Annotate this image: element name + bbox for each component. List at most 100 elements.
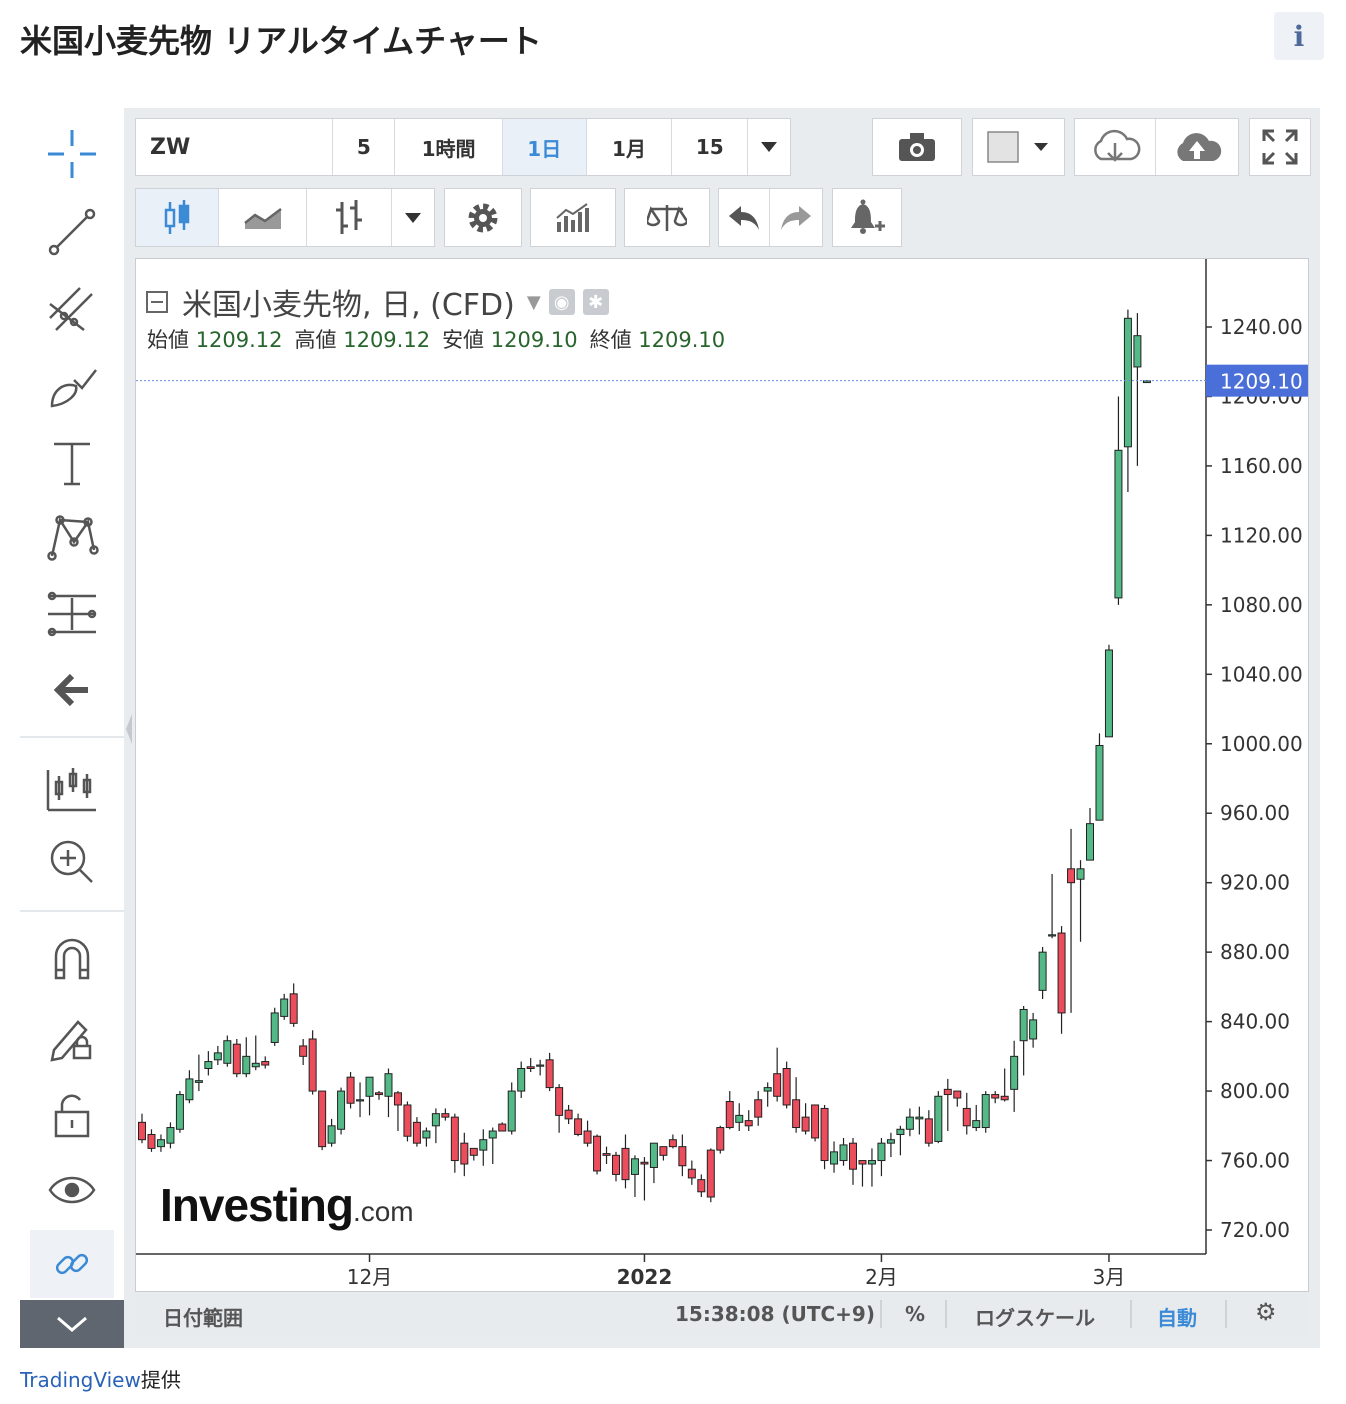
fullscreen-icon[interactable]	[1250, 119, 1310, 175]
tradingview-link[interactable]: TradingView	[20, 1368, 141, 1392]
measure-icon[interactable]	[40, 582, 104, 646]
candle-up	[431, 1113, 440, 1127]
sidebar-handle-icon[interactable]	[124, 712, 134, 746]
collapse-legend-icon[interactable]	[146, 291, 168, 313]
candle-up	[356, 1099, 365, 1102]
candle-up	[185, 1078, 194, 1101]
candle-up	[1076, 868, 1085, 880]
interval-5m[interactable]: 5	[333, 119, 396, 175]
cloud-download-icon[interactable]	[1075, 119, 1157, 175]
candles-icon[interactable]	[136, 189, 220, 246]
pattern-icon[interactable]	[40, 506, 104, 570]
candle-down	[849, 1142, 857, 1170]
brush-icon[interactable]	[40, 356, 104, 420]
chart-plot[interactable]: 1240.001200.001160.001120.001080.001040.…	[136, 259, 1308, 1291]
time-tick-label: 2月	[865, 1265, 898, 1289]
interval-1d[interactable]: 1日	[502, 119, 587, 175]
candle-up	[1048, 934, 1057, 937]
investing-watermark: Investing.com	[160, 1178, 414, 1232]
candle-down	[232, 1043, 241, 1075]
compare-icon[interactable]	[625, 189, 709, 246]
footer-credit: TradingView提供	[20, 1364, 181, 1393]
low-label: 安値	[442, 328, 485, 352]
legend-settings-icon[interactable]: ✱	[582, 289, 609, 315]
indicators-icon[interactable]	[531, 189, 615, 246]
candle-down	[412, 1121, 421, 1144]
log-scale-toggle[interactable]: ログスケール	[975, 1302, 1095, 1331]
candle-up	[981, 1094, 990, 1129]
interval-1h[interactable]: 1時間	[395, 119, 503, 175]
candle-down	[393, 1092, 402, 1106]
symbol-input[interactable]: ZW	[136, 119, 334, 175]
color-swatch-icon[interactable]	[973, 119, 1064, 175]
dropdown-icon[interactable]	[392, 189, 434, 246]
cloud-upload-icon[interactable]	[1156, 119, 1238, 175]
redo-icon[interactable]	[770, 189, 822, 246]
date-range-button[interactable]: 日付範囲	[163, 1302, 243, 1331]
fullscreen-group	[1249, 118, 1311, 176]
candle-up	[479, 1139, 488, 1151]
candle-down	[261, 1061, 270, 1066]
bars-icon[interactable]	[307, 189, 393, 246]
collapse-toolbar-button[interactable]	[20, 1300, 124, 1348]
price-tick-label: 920.00	[1220, 871, 1290, 895]
compare-group	[624, 188, 710, 247]
interval-dropdown-icon[interactable]	[748, 119, 790, 175]
camera-icon[interactable]	[873, 119, 961, 175]
candle-down	[697, 1179, 706, 1193]
indicators-group	[530, 188, 616, 247]
candle-up	[175, 1094, 184, 1130]
candle-down	[659, 1146, 668, 1156]
legend-dropdown-icon[interactable]: ▼	[527, 292, 541, 313]
candle-down	[716, 1127, 725, 1151]
undo-icon[interactable]	[719, 189, 771, 246]
candle-settings-icon[interactable]	[40, 756, 104, 820]
candle-up	[1010, 1055, 1019, 1090]
candle-down	[991, 1094, 1000, 1099]
link-icon[interactable]	[30, 1230, 114, 1298]
area-chart-icon[interactable]	[219, 189, 307, 246]
candle-down	[555, 1087, 564, 1116]
percent-toggle[interactable]: %	[905, 1302, 925, 1326]
candle-up	[972, 1120, 981, 1129]
candle-up	[251, 1062, 260, 1068]
candle-down	[953, 1090, 962, 1099]
price-tick-label: 720.00	[1220, 1218, 1290, 1242]
candle-up	[905, 1116, 914, 1130]
price-tick-label: 1240.00	[1220, 315, 1303, 339]
info-button[interactable]: i	[1274, 12, 1324, 60]
visibility-eye-icon[interactable]: ◉	[548, 289, 575, 315]
watermark-suffix: .com	[352, 1196, 414, 1227]
current-price-label: 1209.10	[1220, 370, 1303, 394]
unlock-icon[interactable]	[40, 1084, 104, 1148]
candle-up	[327, 1125, 336, 1144]
candle-up	[649, 1142, 658, 1168]
crosshair-icon[interactable]	[40, 122, 104, 186]
interval-1m[interactable]: 1月	[587, 119, 673, 175]
clock-display[interactable]: 15:38:08 (UTC+9)	[675, 1302, 875, 1326]
series-legend: 米国小麦先物, 日, (CFD) ▼ ◉ ✱	[146, 280, 609, 324]
candle-down	[583, 1130, 592, 1144]
candle-down	[943, 1088, 952, 1096]
zoom-icon[interactable]	[40, 830, 104, 894]
text-icon[interactable]	[40, 432, 104, 496]
candle-up	[886, 1139, 895, 1144]
candle-up	[1104, 649, 1113, 738]
price-tick-label: 800.00	[1220, 1079, 1290, 1103]
open-label: 始値	[147, 328, 189, 352]
alert-icon[interactable]	[833, 189, 901, 246]
back-arrow-icon[interactable]	[40, 658, 104, 722]
eye-icon[interactable]	[40, 1158, 104, 1222]
chart-settings-icon[interactable]: ⚙	[1255, 1298, 1277, 1326]
auto-scale-toggle[interactable]: 自動	[1157, 1302, 1197, 1331]
trendline-icon[interactable]	[40, 200, 104, 264]
candle-up	[1114, 449, 1123, 599]
candle-down	[640, 1161, 649, 1165]
interval-15[interactable]: 15	[672, 119, 749, 175]
candle-down	[346, 1076, 355, 1104]
settings-icon[interactable]	[445, 189, 521, 246]
fib-icon[interactable]	[40, 278, 104, 342]
lock-drawing-icon[interactable]	[40, 1006, 104, 1070]
magnet-icon[interactable]	[40, 928, 104, 992]
candle-down	[1057, 932, 1066, 1014]
